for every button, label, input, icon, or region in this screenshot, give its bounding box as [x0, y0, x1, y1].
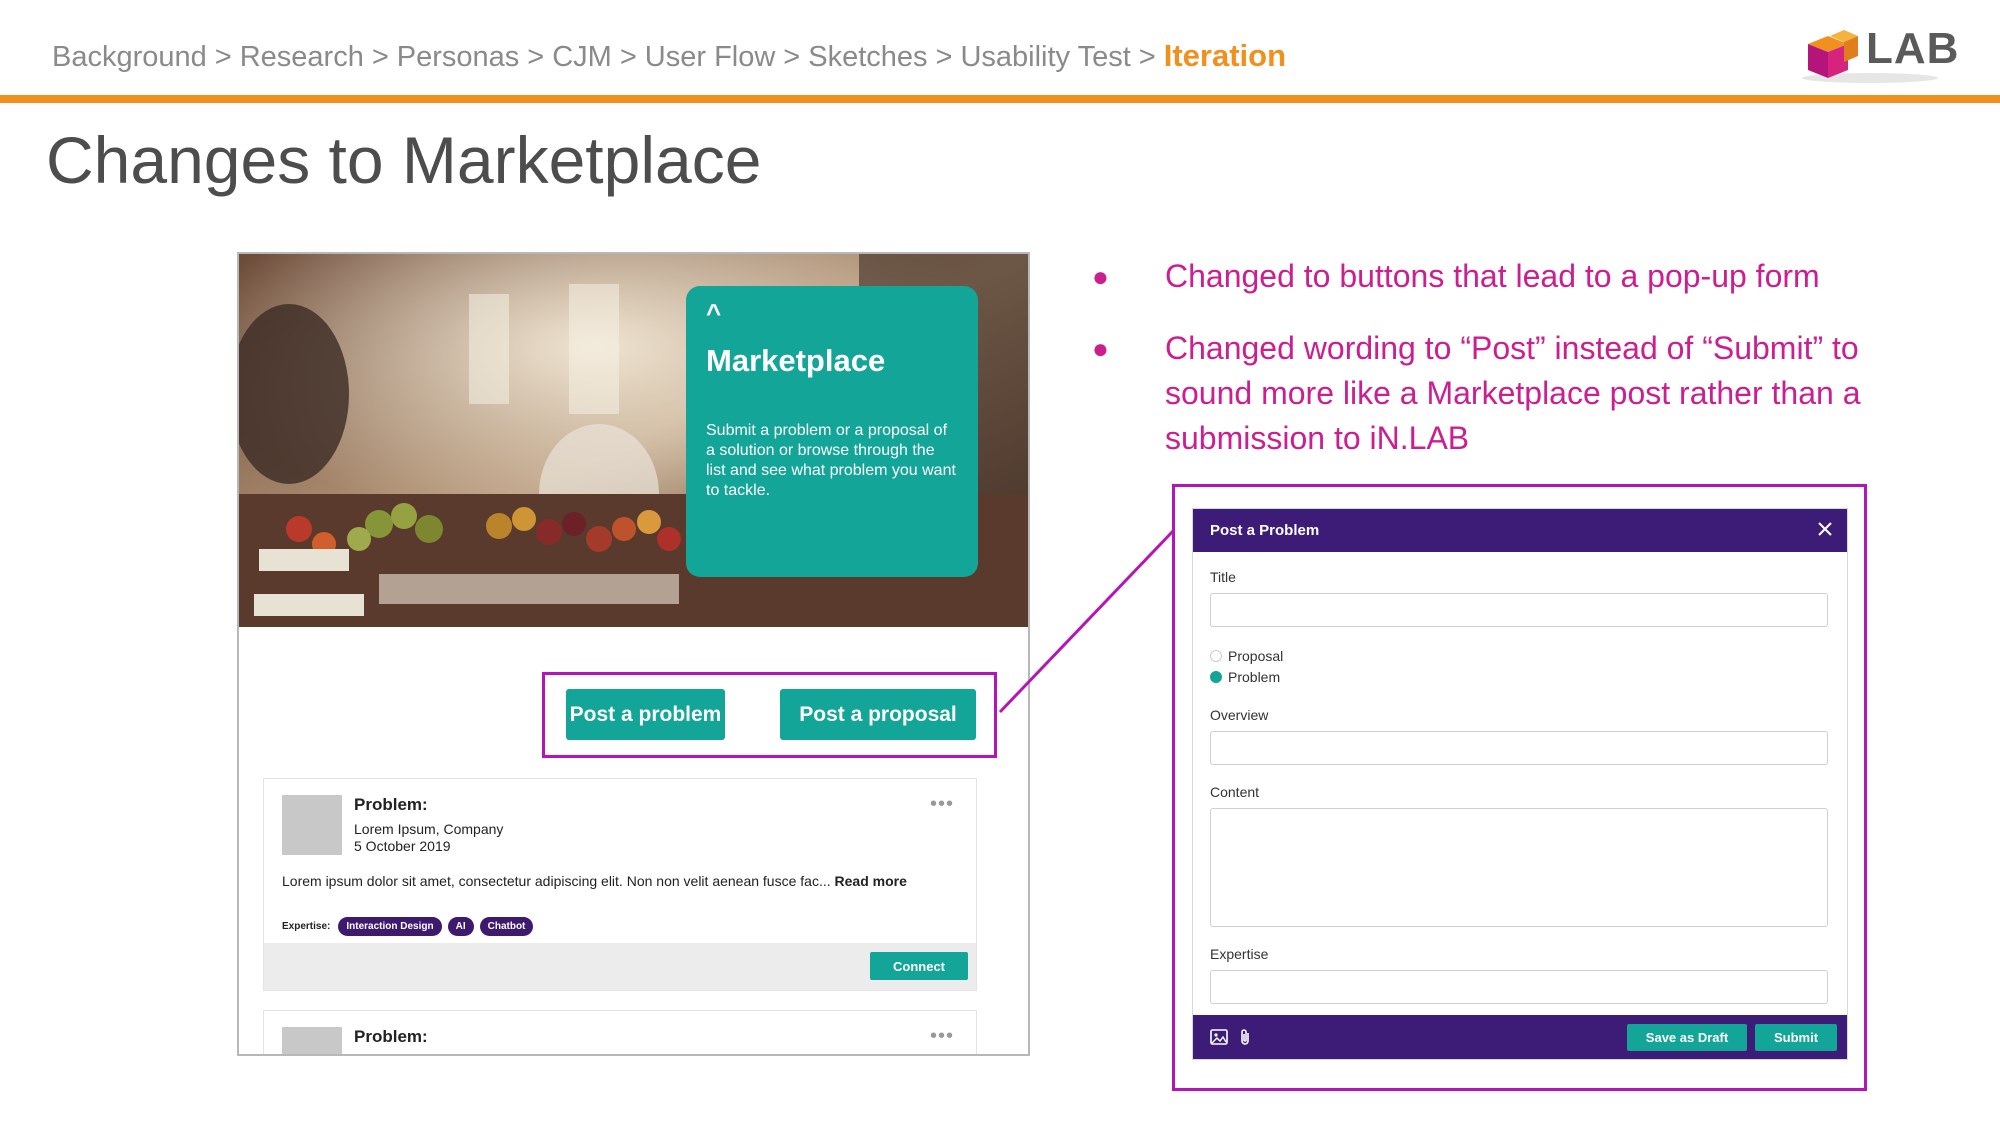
post-type: Problem:	[354, 795, 428, 814]
breadcrumb-item: Background	[52, 41, 207, 73]
breadcrumb: Background > Research > Personas > CJM > User Fl…	[52, 38, 1286, 74]
bullet-text: Changed wording to “Post” instead of “Su…	[1165, 330, 1861, 456]
button-highlight-box: Post a problem Post a proposal	[542, 672, 997, 758]
breadcrumb-item: Personas	[396, 41, 520, 73]
modal-footer: Save as Draft Submit	[1193, 1015, 1847, 1059]
close-icon[interactable]	[1815, 519, 1835, 539]
post-proposal-button[interactable]: Post a proposal	[780, 689, 976, 740]
attachment-icon[interactable]	[1235, 1027, 1255, 1047]
page-title: Changes to Marketplace	[46, 123, 762, 197]
breadcrumb-separator: >	[935, 41, 953, 73]
post-excerpt: Lorem ipsum dolor sit amet, consectetur …	[282, 873, 831, 889]
modal-title: Post a Problem	[1210, 522, 1320, 539]
breadcrumb-separator: >	[619, 41, 637, 73]
post-problem-modal: Post a Problem Title Proposal Problem Ov…	[1192, 508, 1848, 1060]
title-label: Title	[1210, 569, 1236, 585]
breadcrumb-separator: >	[371, 41, 389, 73]
expertise-tags: Expertise: Interaction Design AI Chatbot	[282, 917, 534, 936]
breadcrumb-item: User Flow	[644, 41, 776, 73]
breadcrumb-current: Iteration	[1163, 38, 1287, 73]
collapse-caret-icon[interactable]: ^	[706, 298, 958, 329]
post-author: Lorem Ipsum, Company	[354, 821, 504, 837]
more-options-icon[interactable]: •••	[930, 1025, 954, 1048]
breadcrumb-separator: >	[1138, 41, 1156, 73]
radio-selected-icon	[1210, 671, 1222, 683]
avatar	[282, 795, 342, 855]
overview-label: Overview	[1210, 707, 1269, 723]
save-draft-button[interactable]: Save as Draft	[1627, 1024, 1747, 1051]
bullet-icon: ●	[1092, 333, 1109, 364]
bullet-item: ● Changed to buttons that lead to a pop-…	[1092, 254, 1912, 299]
post-card: Problem: Lorem Ipsum, Company 5 October …	[263, 778, 977, 991]
post-body: Lorem ipsum dolor sit amet, consectetur …	[282, 873, 907, 889]
radio-proposal[interactable]: Proposal	[1210, 648, 1283, 664]
radio-label: Problem	[1228, 669, 1281, 685]
breadcrumb-separator: >	[214, 41, 232, 73]
post-footer: Connect	[264, 943, 976, 990]
breadcrumb-separator: >	[783, 41, 801, 73]
breadcrumb-item: CJM	[552, 41, 612, 73]
submit-button[interactable]: Submit	[1755, 1024, 1837, 1051]
expertise-label: Expertise:	[282, 921, 331, 932]
marketplace-title: Marketplace	[706, 343, 886, 378]
breadcrumb-item: Sketches	[808, 41, 928, 73]
post-meta: Lorem Ipsum, Company 5 October 2019	[354, 821, 503, 855]
overview-input[interactable]	[1210, 731, 1828, 765]
marketplace-card: ^ Marketplace Submit a problem or a prop…	[686, 286, 978, 577]
breadcrumb-separator: >	[527, 41, 545, 73]
expertise-label: Expertise	[1210, 946, 1269, 962]
bullet-icon: ●	[1092, 261, 1109, 292]
post-problem-button[interactable]: Post a problem	[566, 689, 725, 740]
post-type: Problem:	[354, 1027, 428, 1046]
modal-header: Post a Problem	[1193, 509, 1847, 552]
tag-chip[interactable]: Chatbot	[479, 917, 534, 936]
header-divider	[0, 95, 2000, 103]
connect-button[interactable]: Connect	[870, 952, 968, 980]
breadcrumb-item: Research	[239, 41, 364, 73]
change-notes: ● Changed to buttons that lead to a pop-…	[1092, 254, 1912, 488]
tag-chip[interactable]: Interaction Design	[338, 917, 442, 936]
marketplace-mockup: ^ Marketplace Submit a problem or a prop…	[237, 252, 1030, 1056]
title-input[interactable]	[1210, 593, 1828, 627]
marketplace-description: Submit a problem or a proposal of a solu…	[706, 422, 956, 499]
post-date: 5 October 2019	[354, 838, 451, 854]
breadcrumb-item: Usability Test	[960, 41, 1131, 73]
more-options-icon[interactable]: •••	[930, 793, 954, 816]
radio-label: Proposal	[1228, 648, 1284, 664]
avatar	[282, 1027, 342, 1054]
content-textarea[interactable]	[1210, 808, 1828, 927]
post-card: Problem: •••	[263, 1010, 977, 1054]
read-more-link[interactable]: Read more	[835, 873, 907, 889]
radio-circle-icon	[1210, 650, 1222, 662]
tag-chip[interactable]: AI	[447, 917, 474, 936]
content-label: Content	[1210, 784, 1260, 800]
radio-problem[interactable]: Problem	[1210, 669, 1280, 685]
bullet-item: ● Changed wording to “Post” instead of “…	[1092, 326, 1912, 461]
bullet-text: Changed to buttons that lead to a pop-up…	[1165, 258, 1820, 294]
image-icon[interactable]	[1209, 1027, 1229, 1047]
logo-text: LAB	[1866, 24, 1960, 73]
expertise-input[interactable]	[1210, 970, 1828, 1004]
